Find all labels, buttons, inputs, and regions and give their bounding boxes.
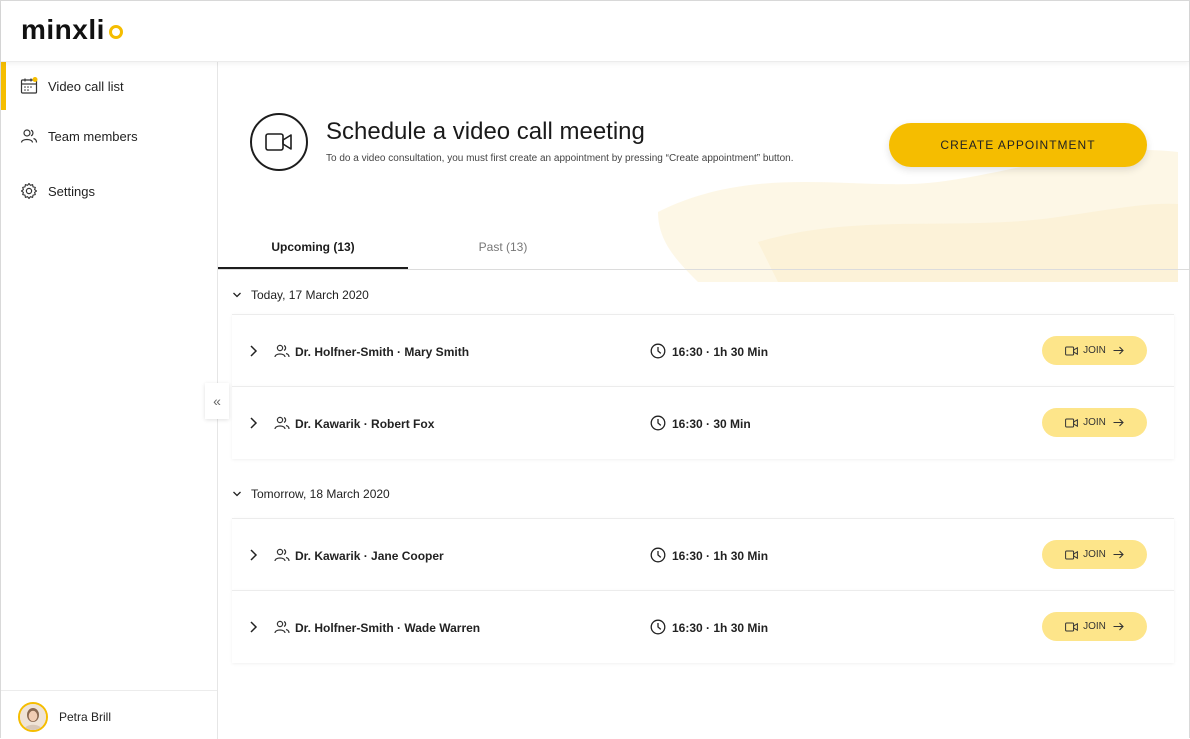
chevron-right-icon[interactable] [248, 416, 258, 430]
sidebar-item-label: Team members [48, 128, 138, 144]
join-label: JOIN [1083, 417, 1106, 428]
sidebar: Video call list Team members Settings Pe… [1, 62, 218, 739]
appointment-row[interactable]: Dr. Holfner-Smith · Wade Warren 16:30 · … [232, 590, 1174, 663]
appointment-row[interactable]: Dr. Kawarik · Robert Fox 16:30 · 30 Min … [232, 386, 1174, 459]
people-icon [274, 416, 290, 430]
join-label: JOIN [1083, 549, 1106, 560]
user-name: Petra Brill [59, 710, 112, 724]
appointment-row[interactable]: Dr. Holfner-Smith · Mary Smith 16:30 · 1… [232, 314, 1174, 387]
chevron-right-icon[interactable] [248, 344, 258, 358]
group-header-today[interactable]: Today, 17 March 2020 [232, 288, 369, 302]
double-chevron-left-icon: « [213, 393, 221, 409]
appointment-time: 16:30 · 1h 30 Min [672, 345, 769, 359]
arrow-right-icon [1113, 418, 1124, 427]
participants: Dr. Kawarik · Robert Fox [295, 417, 435, 431]
clock-icon [650, 415, 666, 431]
tab-past[interactable]: Past (13) [408, 240, 598, 254]
avatar[interactable] [18, 702, 48, 732]
gear-icon [20, 182, 38, 200]
group-date-label: Today, 17 March 2020 [251, 288, 369, 302]
arrow-right-icon [1113, 550, 1124, 559]
chevron-right-icon[interactable] [248, 620, 258, 634]
tab-upcoming[interactable]: Upcoming (13) [218, 240, 408, 254]
app-window: minxli Video call list Team members Sett… [0, 0, 1190, 739]
people-icon [274, 548, 290, 562]
video-camera-icon [1065, 346, 1079, 355]
appointment-row[interactable]: Dr. Kawarik · Jane Cooper 16:30 · 1h 30 … [232, 518, 1174, 591]
arrow-right-icon [1113, 622, 1124, 631]
appointment-time: 16:30 · 1h 30 Min [672, 621, 769, 635]
active-tab-indicator [218, 267, 408, 269]
top-bar: minxli [1, 1, 1189, 62]
sidebar-item-settings[interactable]: Settings [1, 167, 217, 215]
participants: Dr. Holfner-Smith · Mary Smith [295, 345, 470, 359]
sidebar-item-label: Settings [48, 183, 95, 199]
chevron-down-icon [233, 491, 241, 497]
sidebar-item-video-call-list[interactable]: Video call list [1, 62, 217, 110]
join-button[interactable]: JOIN [1042, 336, 1147, 365]
join-label: JOIN [1083, 345, 1106, 356]
join-button[interactable]: JOIN [1042, 612, 1147, 641]
collapse-sidebar-button[interactable]: « [205, 383, 229, 419]
chevron-down-icon [233, 292, 241, 298]
join-button[interactable]: JOIN [1042, 408, 1147, 437]
join-label: JOIN [1083, 621, 1106, 632]
clock-icon [650, 343, 666, 359]
clock-icon [650, 547, 666, 563]
group-date-label: Tomorrow, 18 March 2020 [251, 487, 390, 501]
create-appointment-button[interactable]: CREATE APPOINTMENT [889, 123, 1147, 167]
user-profile[interactable]: Petra Brill [1, 690, 217, 739]
group-header-tomorrow[interactable]: Tomorrow, 18 March 2020 [232, 487, 390, 501]
participants: Dr. Holfner-Smith · Wade Warren [295, 621, 481, 635]
arrow-right-icon [1113, 346, 1124, 355]
video-camera-icon [265, 133, 292, 151]
chevron-right-icon[interactable] [248, 548, 258, 562]
logo-dot-icon [109, 25, 123, 39]
sidebar-item-label: Video call list [48, 78, 124, 94]
avatar-person-icon [20, 704, 46, 730]
participants: Dr. Kawarik · Jane Cooper [295, 549, 444, 563]
page-title: Schedule a video call meeting [326, 118, 645, 145]
sidebar-item-team-members[interactable]: Team members [1, 112, 217, 160]
people-icon [274, 344, 290, 358]
video-camera-icon [1065, 418, 1079, 427]
logo: minxli [21, 14, 105, 45]
video-camera-badge [250, 113, 308, 171]
appointment-time: 16:30 · 30 Min [672, 417, 751, 431]
clock-icon [650, 619, 666, 635]
tab-bar: Upcoming (13) Past (13) [218, 232, 1189, 270]
people-icon [274, 620, 290, 634]
page-subtitle: To do a video consultation, you must fir… [326, 153, 794, 164]
calendar-icon [20, 77, 38, 94]
appointment-time: 16:30 · 1h 30 Min [672, 549, 769, 563]
video-camera-icon [1065, 622, 1079, 631]
team-icon [20, 129, 38, 143]
join-button[interactable]: JOIN [1042, 540, 1147, 569]
video-camera-icon [1065, 550, 1079, 559]
main-content: Schedule a video call meeting To do a vi… [218, 62, 1189, 739]
